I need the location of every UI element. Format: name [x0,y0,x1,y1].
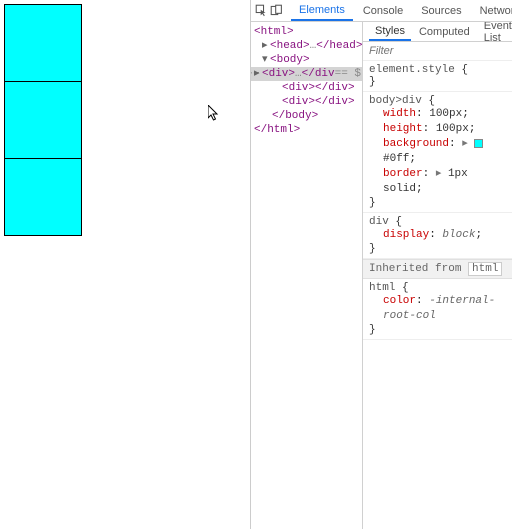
cyan-box-3[interactable] [4,158,82,236]
device-toolbar-icon[interactable] [270,2,283,20]
devtools-top-tabs: Elements Console Sources Network [251,0,512,22]
styles-panel: Styles Computed Event List element.style… [363,22,512,529]
tab-elements[interactable]: Elements [291,1,353,21]
styles-subtabs: Styles Computed Event List [363,22,512,42]
dom-selected-node[interactable]: ▸<div>…</div> [251,67,362,81]
color-swatch-icon[interactable] [474,139,483,148]
cyan-box-2[interactable] [4,81,82,159]
inherited-from-bar: Inherited from html [363,259,512,279]
styles-filter-row [363,42,512,61]
rendered-page-viewport [0,0,250,529]
tab-sources[interactable]: Sources [413,2,469,20]
rule-html: html { color: -internal-root-col } [363,279,512,340]
page-body [0,0,250,236]
css-rules-list[interactable]: element.style { } body>div { width: 100p… [363,61,512,529]
styles-filter-input[interactable] [363,42,512,60]
subtab-computed[interactable]: Computed [413,24,476,40]
inspect-element-icon[interactable] [255,2,268,20]
tab-network[interactable]: Network [472,2,512,20]
rule-element-style: element.style { } [363,61,512,92]
rule-body-div: body>div { width: 100px; height: 100px; … [363,92,512,213]
dom-tree[interactable]: <html> ▸<head>…</head> ▾<body> ▸<div>…</… [251,22,363,529]
devtools-panel: Elements Console Sources Network <html> … [250,0,512,529]
rule-div: div { display: block; } [363,213,512,259]
subtab-styles[interactable]: Styles [369,23,411,41]
tab-console[interactable]: Console [355,2,411,20]
cyan-box-1[interactable] [4,4,82,82]
